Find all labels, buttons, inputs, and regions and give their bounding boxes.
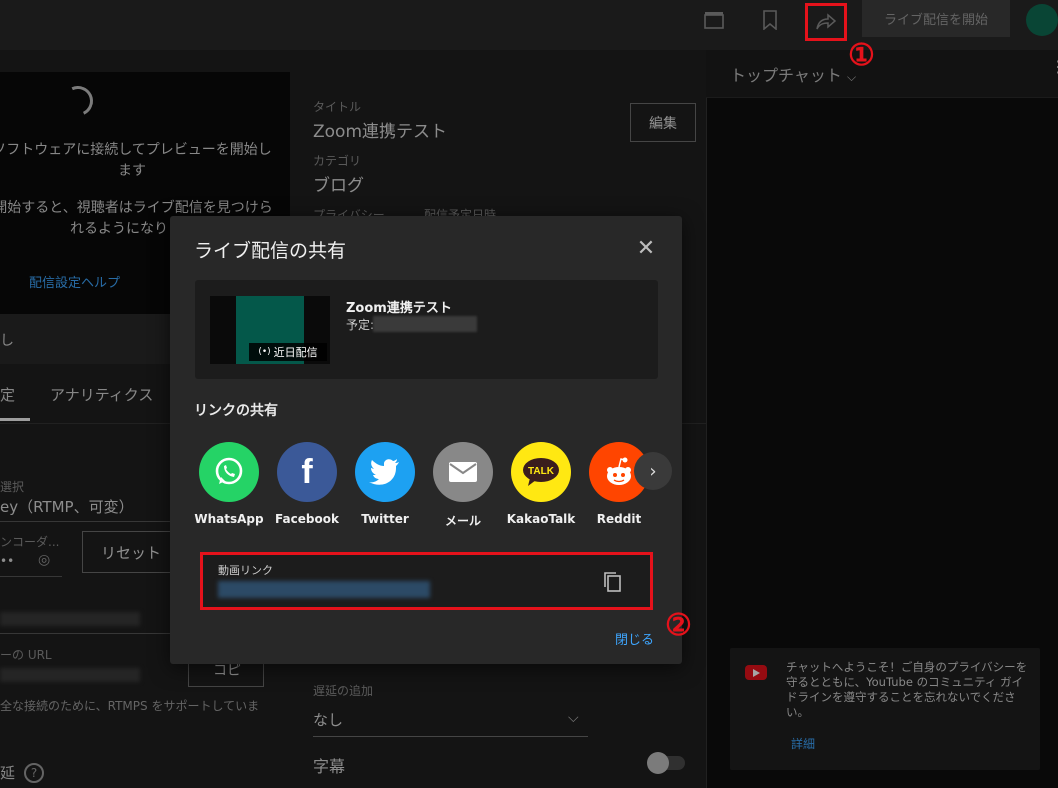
whatsapp-icon	[199, 442, 259, 502]
callout-1-overlay: ①	[848, 38, 875, 73]
share-label: KakaoTalk	[506, 512, 576, 526]
video-title: Zoom連携テスト	[346, 301, 452, 316]
upcoming-badge-label: 近日配信	[273, 346, 318, 359]
share-facebook-button[interactable]: f Facebook	[272, 442, 342, 526]
callout-2: ②	[665, 608, 692, 643]
copy-icon[interactable]	[602, 570, 626, 594]
share-kakaotalk-button[interactable]: TALK KakaoTalk	[506, 442, 576, 526]
video-link-label: 動画リンク	[218, 564, 273, 577]
share-email-button[interactable]: メール	[428, 442, 498, 529]
scheduled-prefix: 予定:	[346, 318, 375, 332]
share-label: Reddit	[596, 512, 642, 526]
upcoming-badge: (•) 近日配信	[249, 343, 327, 361]
share-twitter-button[interactable]: Twitter	[350, 442, 420, 526]
share-highlight-frame	[805, 3, 847, 41]
share-label: WhatsApp	[194, 512, 264, 526]
link-share-heading: リンクの共有	[194, 403, 278, 419]
mail-icon	[433, 442, 493, 502]
svg-text:TALK: TALK	[528, 466, 555, 477]
broadcast-icon: (•)	[258, 347, 271, 357]
close-button[interactable]: 閉じる	[615, 629, 654, 648]
share-label: Facebook	[275, 512, 339, 526]
share-label: メール	[444, 514, 481, 528]
chevron-right-icon[interactable]: ›	[634, 452, 672, 490]
video-link-url-redacted[interactable]	[218, 581, 430, 598]
scheduled-date-redacted	[373, 316, 477, 332]
share-whatsapp-button[interactable]: WhatsApp	[194, 442, 264, 526]
dialog-title: ライブ配信の共有	[194, 240, 347, 262]
facebook-icon: f	[277, 442, 337, 502]
close-icon[interactable]: ✕	[634, 236, 658, 261]
share-label: Twitter	[361, 512, 409, 526]
twitter-icon	[355, 442, 415, 502]
kakaotalk-icon: TALK	[511, 442, 571, 502]
